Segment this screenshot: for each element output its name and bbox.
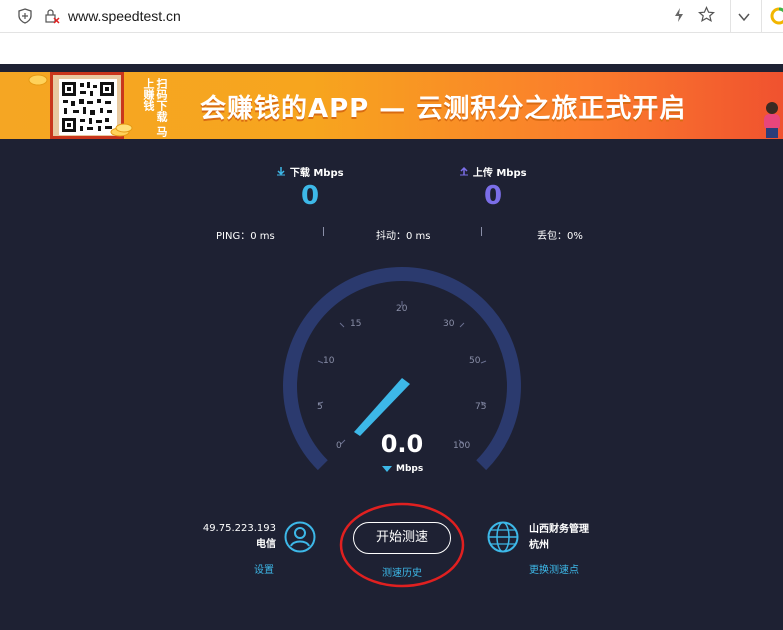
speedtest-app: 扫码下载 马上赚钱 会赚钱的APP — 云测积分之旅正式开启 下载 Mbps 0… (0, 64, 783, 630)
gauge-tick-label: 30 (443, 319, 455, 329)
download-value: 0 (300, 181, 320, 211)
coins-icon (110, 122, 134, 139)
banner-title: 会赚钱的APP — 云测积分之旅正式开启 (200, 94, 687, 124)
globe-icon[interactable] (487, 521, 519, 557)
bolt-icon[interactable] (673, 7, 685, 27)
download-arrow-icon (276, 167, 286, 179)
extension-icon[interactable] (770, 7, 783, 29)
gauge-needle (354, 378, 410, 436)
person-illustration-icon (760, 100, 783, 139)
download-label: 下载 (289, 168, 310, 179)
download-unit: Mbps (313, 168, 344, 179)
gauge-tick-label: 10 (323, 356, 335, 366)
packet-loss-stat: 丢包：0% (537, 231, 583, 242)
client-isp: 电信 (256, 539, 276, 550)
upload-value: 0 (483, 181, 503, 211)
start-test-button[interactable]: 开始测速 (353, 522, 451, 554)
jitter-stat: 抖动：0 ms (376, 231, 431, 242)
server-info: 山西财务管理 杭州 (529, 522, 589, 554)
stat-separator (481, 227, 482, 236)
user-icon[interactable] (284, 521, 316, 557)
gauge-tick-label: 50 (469, 356, 481, 366)
caret-down-icon (382, 465, 392, 472)
upload-label: 上传 (472, 168, 493, 179)
url-text[interactable]: www.speedtest.cn (68, 8, 181, 24)
stat-separator (323, 227, 324, 236)
current-speed: 0.0 (380, 430, 424, 458)
speed-unit-label: Mbps (396, 464, 424, 474)
client-info: 49.75.223.193 电信 (200, 521, 276, 553)
upload-unit: Mbps (496, 168, 527, 179)
banner-scan-text: 扫码下载 马上赚钱 (142, 78, 168, 137)
client-ip: 49.75.223.193 (202, 523, 276, 534)
gauge-tick-label: 0 (336, 441, 342, 451)
download-label-row: 下载 Mbps (265, 164, 355, 179)
change-server-link[interactable]: 更换测速点 (529, 561, 579, 576)
server-city: 杭州 (529, 540, 549, 551)
upload-metric: 上传 Mbps 0 (448, 164, 538, 211)
gauge-tick-label: 75 (475, 402, 487, 412)
upload-arrow-icon (459, 166, 469, 179)
gauge-tick-label: 15 (350, 319, 362, 329)
star-icon[interactable] (697, 6, 716, 27)
speed-unit: Mbps (382, 464, 423, 474)
server-name: 山西财务管理 (529, 524, 589, 535)
gauge-tick-label: 5 (317, 402, 323, 412)
toolbar-divider (730, 0, 731, 33)
toolbar-divider (761, 0, 762, 33)
bookmarks-bar (0, 34, 783, 64)
gauge-tick-label: 20 (396, 304, 408, 314)
shield-icon[interactable] (18, 8, 32, 28)
coin-icon (28, 72, 48, 91)
test-history-link[interactable]: 测速历史 (382, 564, 422, 579)
address-bar[interactable]: www.speedtest.cn (0, 0, 783, 33)
gauge-tick-label: 100 (453, 441, 471, 451)
settings-link[interactable]: 设置 (254, 561, 274, 576)
insecure-lock-icon[interactable] (44, 8, 60, 28)
ping-stat: PING：0 ms (216, 231, 275, 242)
chevron-down-icon[interactable] (737, 9, 751, 28)
promo-banner[interactable]: 扫码下载 马上赚钱 会赚钱的APP — 云测积分之旅正式开启 (0, 72, 783, 139)
upload-label-row: 上传 Mbps (448, 164, 538, 179)
download-metric: 下载 Mbps 0 (265, 164, 355, 211)
